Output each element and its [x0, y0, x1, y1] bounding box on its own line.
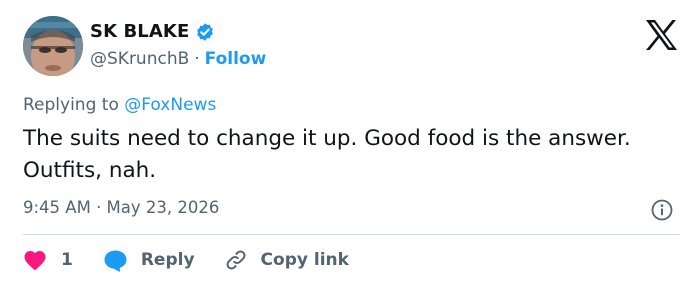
- follow-button[interactable]: Follow: [205, 49, 267, 69]
- verified-badge-icon: [195, 22, 215, 42]
- avatar[interactable]: [23, 16, 83, 76]
- info-icon[interactable]: [651, 199, 673, 221]
- author-display-name[interactable]: SK BLAKE: [90, 21, 189, 42]
- author-handle[interactable]: @SKrunchB: [90, 49, 189, 69]
- author-name-row: SK BLAKE: [90, 21, 215, 42]
- replying-to-line: Replying to @FoxNews: [23, 95, 216, 115]
- speech-bubble-icon: [103, 249, 128, 272]
- divider: [23, 234, 680, 235]
- reply-label: Reply: [140, 250, 195, 270]
- x-logo-icon[interactable]: [644, 19, 678, 51]
- like-count: 1: [61, 250, 73, 270]
- link-icon: [224, 248, 248, 272]
- replying-to-handle[interactable]: @FoxNews: [124, 95, 216, 115]
- heart-icon: [23, 249, 47, 271]
- copy-link-button[interactable]: Copy link: [224, 248, 349, 272]
- action-bar: 1 Reply Copy link: [23, 245, 349, 275]
- tweet-timestamp[interactable]: 9:45 AM · May 23, 2026: [23, 198, 219, 217]
- copy-link-label: Copy link: [260, 250, 349, 270]
- separator-dot: ·: [194, 49, 200, 69]
- like-button[interactable]: 1: [23, 249, 73, 271]
- replying-to-prefix: Replying to: [23, 95, 119, 115]
- reply-button[interactable]: Reply: [103, 249, 195, 272]
- tweet-text: The suits need to change it up. Good foo…: [23, 126, 631, 183]
- author-handle-row: @SKrunchB · Follow: [90, 49, 266, 69]
